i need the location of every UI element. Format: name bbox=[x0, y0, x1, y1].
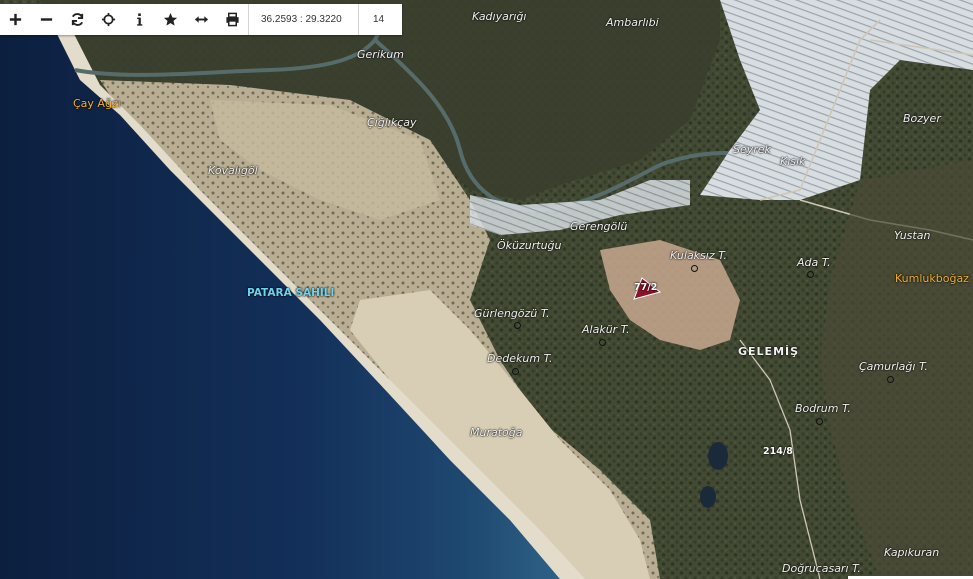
zoom-level: 14 bbox=[358, 4, 398, 35]
place-label-bozyer: Bozyer bbox=[903, 112, 941, 125]
place-label-patara-sahili: PATARA SAHILI bbox=[247, 287, 335, 299]
info-button[interactable] bbox=[124, 4, 155, 35]
peak-marker bbox=[691, 265, 698, 272]
place-label-kovaligol: Kovalıgöl bbox=[208, 164, 258, 177]
peak-marker bbox=[514, 322, 521, 329]
place-label-gerikum: Gerikum bbox=[357, 48, 404, 61]
town-label-gelemis: GELEMİŞ bbox=[738, 345, 800, 358]
favorite-button[interactable] bbox=[155, 4, 186, 35]
measure-button[interactable] bbox=[186, 4, 217, 35]
coordinate-readout: 36.2593 : 29.3220 bbox=[248, 4, 358, 35]
place-label-kulaksiz: Kulaksız T. bbox=[670, 249, 728, 262]
parcel-label-77-2[interactable]: 77/2 bbox=[634, 282, 657, 293]
pond bbox=[708, 442, 728, 470]
place-label-kumlukbogaz: Kumlukboğaz bbox=[895, 272, 969, 285]
place-label-ciglikcay: Çığlıkçay bbox=[367, 116, 417, 129]
star-icon bbox=[163, 12, 178, 26]
zoom-out-button[interactable] bbox=[31, 4, 62, 35]
peak-marker bbox=[816, 418, 823, 425]
plus-icon bbox=[9, 13, 22, 26]
arrows-horizontal-icon bbox=[194, 16, 209, 23]
place-label-cay-agzi: Çay Ağzı bbox=[73, 97, 121, 110]
printer-icon bbox=[226, 12, 239, 27]
place-label-kapikuran: Kapıkuran bbox=[884, 546, 940, 559]
peak-marker bbox=[599, 339, 606, 346]
refresh-icon bbox=[71, 13, 84, 26]
minus-icon bbox=[40, 18, 53, 21]
place-label-gerengolu: Gerengölü bbox=[570, 220, 628, 233]
peak-marker bbox=[887, 376, 894, 383]
pond bbox=[700, 486, 716, 508]
place-label-bodrum: Bodrum T. bbox=[795, 402, 851, 415]
crosshair-icon bbox=[101, 12, 116, 27]
place-label-seyrek: Seyrek bbox=[733, 143, 771, 156]
place-label-kisik: Kısık bbox=[780, 155, 806, 168]
place-label-ada: Ada T. bbox=[797, 256, 831, 269]
zoom-in-button[interactable] bbox=[0, 4, 31, 35]
place-label-dogrucasari: Doğrucasarı T. bbox=[782, 562, 861, 575]
satellite-map[interactable] bbox=[0, 0, 973, 579]
place-label-alakur: Alakür T. bbox=[582, 323, 630, 336]
locate-button[interactable] bbox=[93, 4, 124, 35]
peak-marker bbox=[807, 271, 814, 278]
parcel-label-214-8[interactable]: 214/8 bbox=[763, 446, 793, 457]
place-label-gurlengozu: Gürlengözü T. bbox=[474, 307, 550, 320]
place-label-dedekum: Dedekum T. bbox=[487, 352, 553, 365]
place-label-okuzurtugu: Öküzurtuğu bbox=[497, 239, 562, 252]
print-button[interactable] bbox=[217, 4, 248, 35]
refresh-button[interactable] bbox=[62, 4, 93, 35]
map-toolbar: 36.2593 : 29.3220 14 bbox=[0, 4, 402, 35]
place-label-ambarlibi: Ambarlıbi bbox=[606, 16, 659, 29]
place-label-muratoga: Muratoğa bbox=[470, 426, 523, 439]
place-label-camurlagi: Çamurlağı T. bbox=[859, 360, 928, 373]
info-icon bbox=[137, 13, 143, 26]
place-label-yustan: Yustan bbox=[894, 229, 931, 242]
peak-marker bbox=[512, 368, 519, 375]
place-label-kadiyarigi: Kadıyarığı bbox=[472, 10, 527, 23]
